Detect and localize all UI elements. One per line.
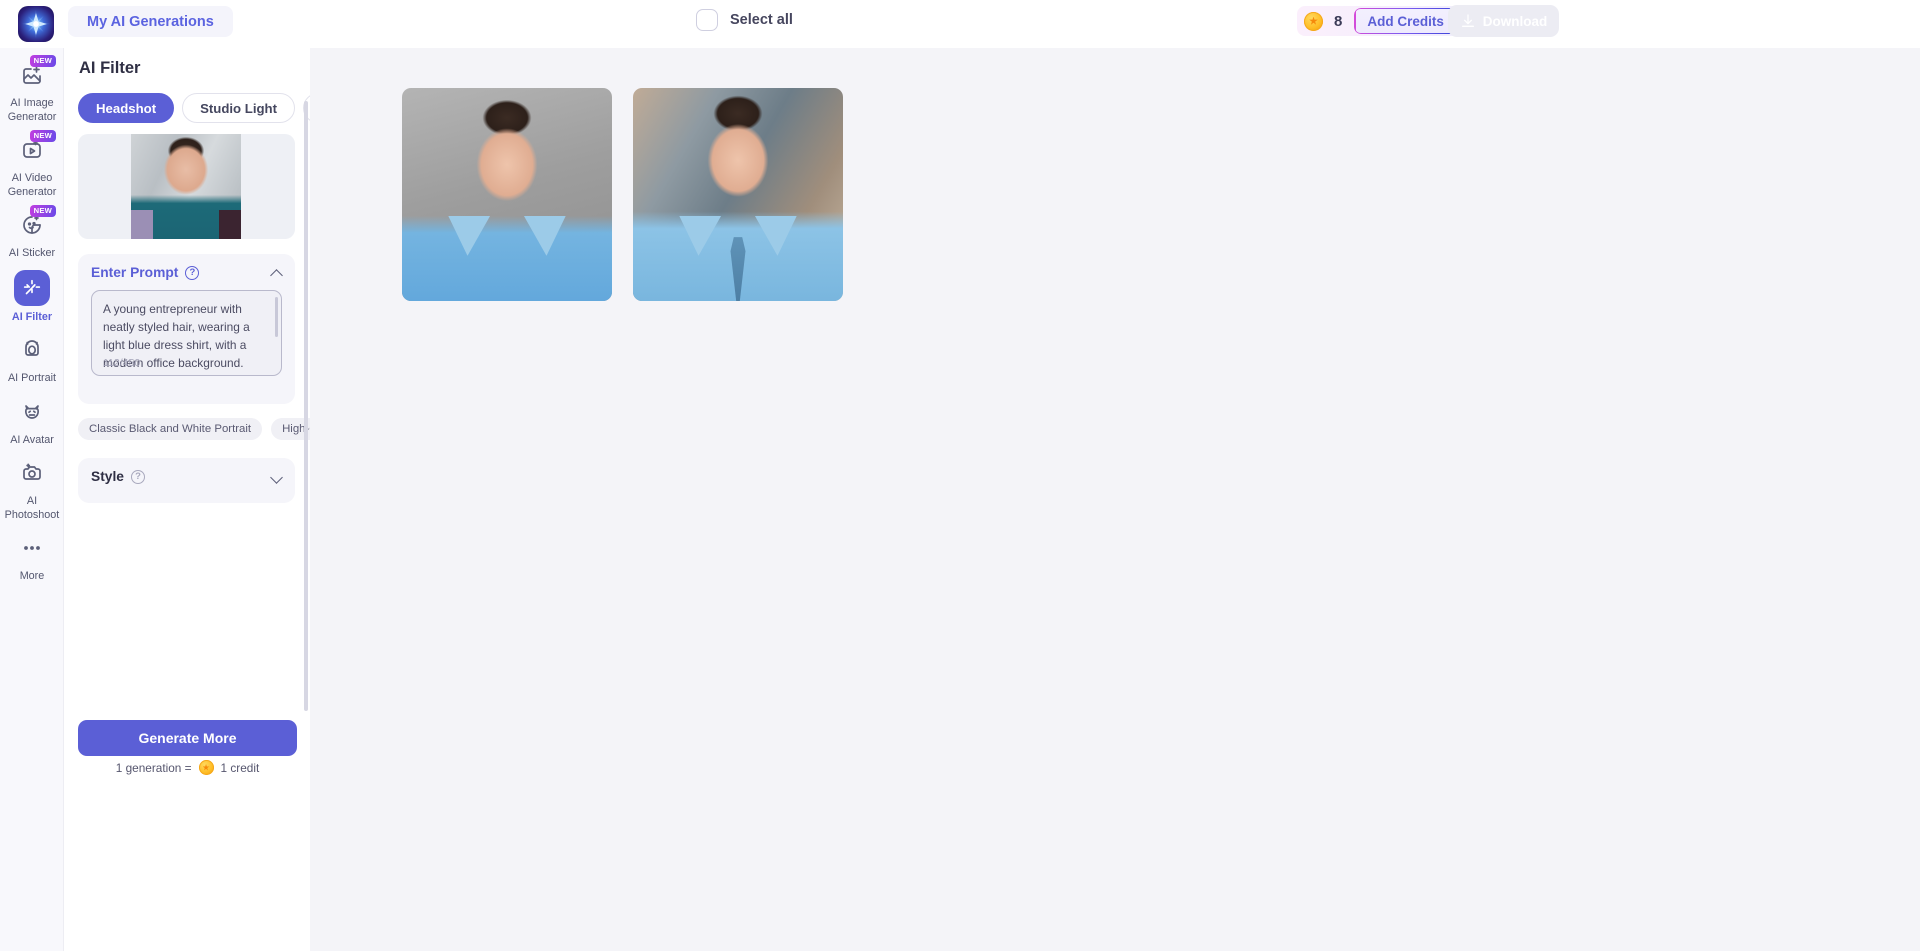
new-badge: NEW — [29, 130, 56, 142]
sidebar-item-label: AI Filter — [11, 310, 53, 323]
generated-headshot-grey-backdrop — [402, 88, 612, 301]
source-image-thumbnail[interactable] — [78, 134, 295, 239]
tab-label: Studio Light — [200, 100, 277, 116]
add-credits-label: Add Credits — [1367, 13, 1444, 29]
style-section[interactable]: Style ? — [78, 458, 295, 503]
cat-mask-icon — [15, 395, 49, 429]
generation-cost-note: 1 generation = 1 credit — [78, 760, 297, 775]
my-ai-generations-label: My AI Generations — [87, 13, 214, 30]
suggestion-chip[interactable]: Classic Black and White Portrait — [78, 418, 263, 440]
download-button[interactable]: Download — [1448, 5, 1559, 37]
result-card-1[interactable] — [402, 88, 612, 301]
sparkle-star-icon — [25, 13, 47, 35]
sidebar-item-ai-image-generator[interactable]: NEW AI Image Generator — [0, 55, 63, 124]
sidebar-item-ai-filter[interactable]: AI Filter — [0, 269, 63, 325]
cost-note-suffix: 1 credit — [220, 760, 260, 775]
top-bar: My AI Generations Select all 8 Add Credi… — [0, 0, 1920, 48]
magic-wand-sparkle-icon — [14, 269, 50, 306]
sidebar-item-more[interactable]: More — [0, 531, 63, 584]
prompt-section-header: Enter Prompt ? — [91, 265, 200, 280]
tab-studio-light[interactable]: Studio Light — [182, 93, 295, 123]
select-all-label: Select all — [730, 12, 793, 28]
result-card-2[interactable] — [633, 88, 843, 301]
prompt-section: Enter Prompt ? A young entrepreneur with… — [78, 254, 295, 404]
thumbnail-shoulder-right — [219, 210, 241, 239]
thumbnail-shoulder-left — [131, 210, 153, 239]
prompt-input[interactable]: A young entrepreneur with neatly styled … — [91, 290, 282, 376]
prompt-section-title: Enter Prompt — [91, 265, 179, 280]
tab-label: Headshot — [96, 100, 157, 116]
coin-icon — [1304, 11, 1323, 31]
new-badge: NEW — [29, 205, 56, 217]
download-label: Download — [1482, 13, 1548, 29]
camera-sparkle-icon — [15, 456, 49, 490]
my-ai-generations-button[interactable]: My AI Generations — [68, 6, 233, 37]
sidebar-item-ai-avatar[interactable]: AI Avatar — [0, 395, 63, 448]
sidebar: NEW AI Image Generator NEW AI Video Gene… — [0, 45, 64, 951]
generate-more-label: Generate More — [138, 730, 237, 746]
add-credits-button[interactable]: Add Credits — [1354, 8, 1457, 34]
chevron-down-icon[interactable] — [271, 470, 283, 482]
coin-icon — [198, 760, 214, 775]
tab-headshot[interactable]: Headshot — [78, 93, 175, 123]
sidebar-item-label: AI Portrait — [7, 372, 56, 384]
prompt-scrollbar[interactable] — [274, 297, 278, 337]
sidebar-item-label: More — [19, 570, 45, 582]
new-badge: NEW — [29, 55, 56, 67]
sidebar-item-label: AI Sticker — [8, 247, 56, 259]
download-icon — [1461, 14, 1474, 27]
credits-badge: 8 Add Credits — [1297, 6, 1464, 36]
sidebar-item-label: AI Photoshoot — [4, 495, 60, 521]
results-canvas — [310, 45, 1920, 951]
generate-more-button[interactable]: Generate More — [78, 720, 297, 756]
sidebar-item-ai-photoshoot[interactable]: AI Photoshoot — [0, 456, 63, 522]
chevron-up-icon[interactable] — [271, 266, 283, 278]
select-all-checkbox[interactable] — [696, 9, 718, 31]
panel-scrollbar[interactable] — [304, 101, 308, 711]
question-circle-icon[interactable]: ? — [130, 469, 145, 484]
filter-tabs: Headshot Studio Light Headshot — [78, 93, 310, 123]
sidebar-item-label: AI Image Generator — [7, 97, 57, 123]
credits-count: 8 — [1334, 12, 1343, 30]
sidebar-item-ai-sticker[interactable]: NEW AI Sticker — [0, 205, 63, 261]
ellipsis-icon — [15, 531, 49, 565]
page-title: AI Filter — [79, 59, 141, 77]
suggestion-chips: Classic Black and White Portrait High-C — [78, 418, 310, 440]
question-circle-icon[interactable]: ? — [185, 265, 200, 280]
select-all-control[interactable]: Select all — [696, 9, 793, 31]
ai-filter-panel: AI Filter Headshot Studio Light Headshot… — [64, 45, 310, 951]
style-section-title: Style — [91, 469, 124, 484]
cost-note-prefix: 1 generation = — [115, 760, 192, 775]
sidebar-item-label: AI Avatar — [10, 433, 54, 446]
app-logo[interactable] — [18, 6, 54, 42]
style-section-header: Style ? — [91, 469, 145, 484]
sidebar-item-ai-portrait[interactable]: AI Portrait — [0, 333, 63, 386]
sidebar-item-ai-video-generator[interactable]: NEW AI Video Generator — [0, 130, 63, 199]
portrait-frame-icon — [15, 333, 49, 367]
sidebar-item-label: AI Video Generator — [7, 172, 57, 198]
prompt-char-counter: 112/450 — [103, 357, 141, 369]
